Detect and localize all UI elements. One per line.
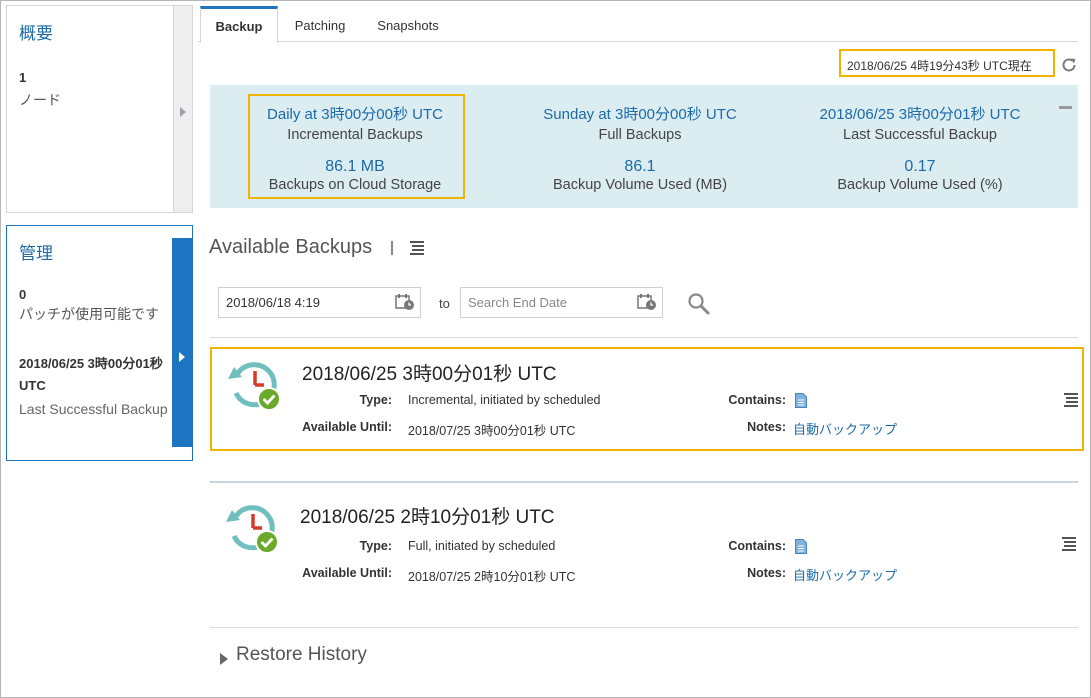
backup-list-item[interactable]: 2018/06/25 2時10分01秒 UTC Type: Full, init… — [210, 492, 1084, 596]
summary-col-last: 2018/06/25 3時00分01秒 UTC Last Successful … — [795, 103, 1045, 193]
end-date-input[interactable]: Search End Date — [460, 287, 663, 318]
overview-count: 1 — [19, 70, 27, 85]
tab-patching[interactable]: Patching — [284, 6, 356, 42]
last-backup-label: Last Successful Backup — [19, 401, 168, 417]
overview-panel[interactable]: 概要 1 ノード — [6, 5, 193, 213]
item-actions-menu-icon[interactable] — [1063, 392, 1079, 408]
chevron-right-icon — [179, 352, 185, 362]
available-until-value: 2018/07/25 3時00分01秒 UTC — [408, 424, 576, 438]
refresh-icon[interactable] — [1060, 56, 1078, 74]
divider — [210, 337, 1078, 338]
contains-label: Contains: — [728, 393, 786, 407]
patch-count: 0 — [19, 287, 27, 302]
management-expand-handle[interactable] — [172, 238, 192, 447]
divider — [210, 627, 1078, 628]
summary-col-full: Sunday at 3時00分00秒 UTC Full Backups 86.1… — [525, 103, 755, 193]
document-icon[interactable] — [795, 539, 807, 554]
notes-label: Notes: — [747, 566, 786, 580]
available-until-value: 2018/07/25 2時10分01秒 UTC — [408, 570, 576, 584]
to-label: to — [439, 296, 450, 311]
search-icon[interactable] — [687, 292, 711, 316]
backup-title[interactable]: 2018/06/25 2時10分01秒 UTC — [300, 502, 555, 529]
volume-pct-label: Backup Volume Used (%) — [837, 177, 1003, 193]
notes-link[interactable]: 自動バックアップ — [793, 565, 897, 584]
restore-history-label: Restore History — [236, 644, 367, 665]
last-success-label: Last Successful Backup — [843, 127, 997, 143]
notes-label: Notes: — [747, 420, 786, 434]
full-schedule: Sunday at 3時00分00秒 UTC — [543, 106, 737, 123]
overview-unit: ノード — [19, 92, 61, 108]
highlight-frame — [248, 94, 465, 199]
overview-title[interactable]: 概要 — [19, 19, 53, 44]
last-backup-date: 2018/06/25 3時00分01秒 UTC — [19, 356, 163, 393]
tab-bar: Backup Patching Snapshots — [198, 6, 1078, 43]
full-label: Full Backups — [598, 127, 682, 143]
volume-mb-label: Backup Volume Used (MB) — [552, 177, 728, 193]
available-backups-title: Available Backups — [209, 236, 373, 258]
backup-list-item[interactable]: 2018/06/25 3時00分01秒 UTC Type: Incrementa… — [210, 347, 1084, 451]
document-icon[interactable] — [795, 393, 807, 408]
backup-title[interactable]: 2018/06/25 3時00分01秒 UTC — [302, 359, 557, 386]
tab-snapshots[interactable]: Snapshots — [366, 6, 450, 42]
item-actions-menu-icon[interactable] — [1061, 536, 1077, 552]
volume-mb-value: 86.1 — [624, 158, 656, 175]
type-label: Type: — [359, 393, 392, 407]
divider — [391, 241, 393, 255]
notes-link[interactable]: 自動バックアップ — [793, 419, 897, 438]
calendar-clock-icon[interactable] — [637, 293, 657, 311]
overview-expand-handle[interactable] — [173, 6, 192, 212]
tab-backup[interactable]: Backup — [200, 6, 278, 43]
available-until-label: Available Until: — [302, 420, 392, 434]
chevron-right-icon — [180, 107, 186, 117]
actions-menu-icon[interactable] — [409, 240, 425, 256]
last-success-date: 2018/06/25 3時00分01秒 UTC — [819, 106, 1021, 123]
patch-available-text: パッチが使用可能です — [19, 306, 159, 322]
type-value: Full, initiated by scheduled — [408, 539, 556, 553]
current-time-badge: 2018/06/25 4時19分43秒 UTC現在 — [839, 49, 1055, 77]
management-title[interactable]: 管理 — [19, 239, 53, 264]
calendar-clock-icon[interactable] — [395, 293, 415, 311]
management-panel[interactable]: 管理 0 パッチが使用可能です 2018/06/25 3時00分01秒 UTC … — [6, 225, 193, 461]
available-until-label: Available Until: — [302, 566, 392, 580]
contains-label: Contains: — [728, 539, 786, 553]
type-value: Incremental, initiated by scheduled — [408, 393, 601, 407]
collapse-icon[interactable] — [1059, 106, 1072, 109]
expand-triangle-icon — [220, 653, 228, 665]
divider — [210, 481, 1078, 483]
volume-pct-value: 0.17 — [904, 158, 936, 175]
start-date-input[interactable]: 2018/06/18 4:19 — [218, 287, 421, 318]
type-label: Type: — [359, 539, 392, 553]
